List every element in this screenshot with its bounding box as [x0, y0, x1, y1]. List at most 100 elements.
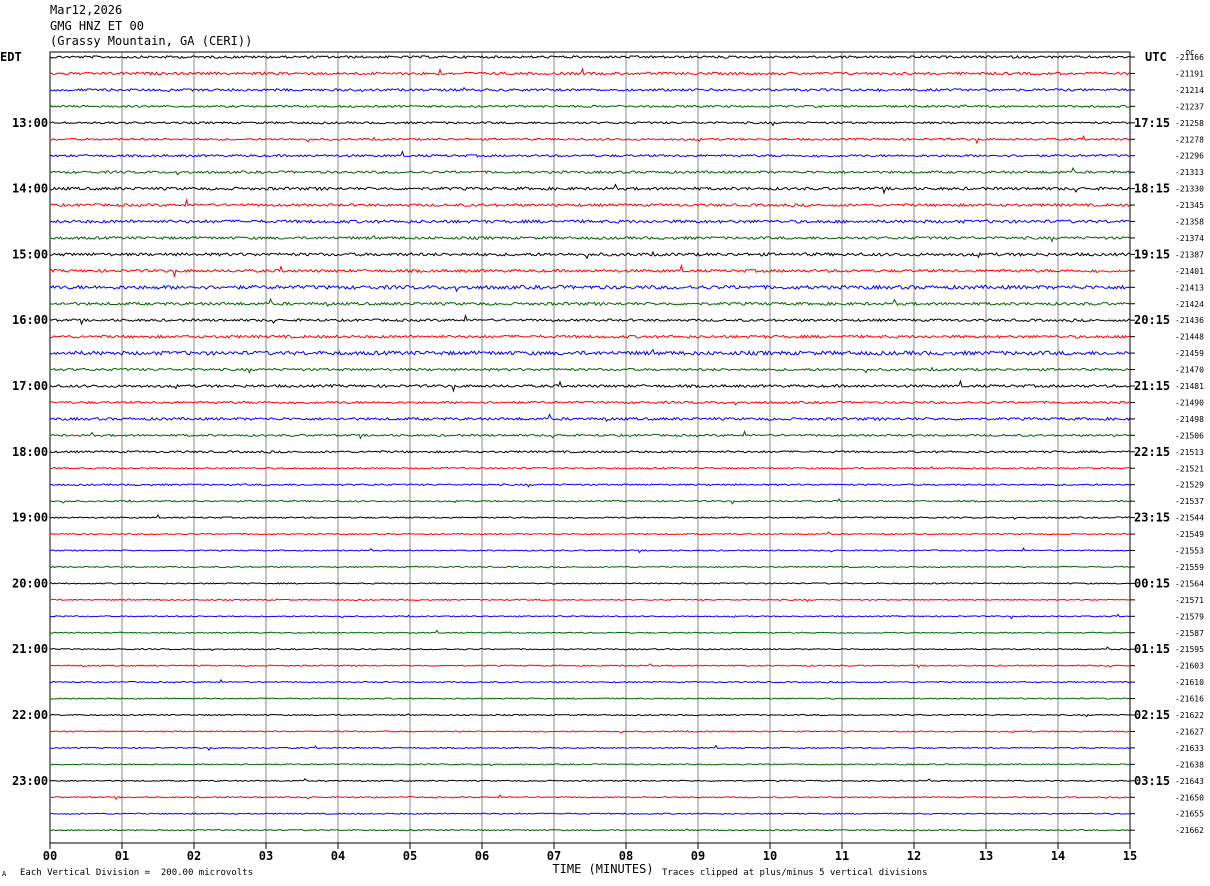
scale-note: Each Vertical Division = 200.00 microvol…	[20, 868, 253, 878]
right-hour-label: 03:15	[1134, 774, 1170, 788]
right-hour-label: 21:15	[1134, 379, 1170, 393]
seismic-trace	[49, 430, 1131, 440]
x-tick-label: 11	[835, 849, 849, 863]
left-hour-label: 19:00	[12, 511, 48, 525]
dc-offset-label: -21191	[1175, 69, 1204, 78]
dc-offset-label: -21278	[1175, 135, 1204, 144]
x-tick-label: 00	[43, 849, 57, 863]
seismic-trace	[49, 379, 1131, 393]
seismic-trace	[49, 86, 1131, 93]
x-tick-label: 04	[331, 849, 345, 863]
seismic-trace	[49, 450, 1131, 454]
seismic-trace	[49, 263, 1131, 279]
dc-offset-label: -21481	[1175, 382, 1204, 391]
dc-offset-label: -21638	[1175, 760, 1204, 769]
seismic-trace	[49, 483, 1131, 488]
seismic-trace	[49, 565, 1131, 569]
left-hour-label: 22:00	[12, 708, 48, 722]
dc-offset-label: -21424	[1175, 300, 1204, 309]
dc-offset-label: -21616	[1175, 695, 1204, 704]
x-axis-label: TIME (MINUTES)	[552, 862, 653, 876]
dc-offset-label: -21650	[1175, 793, 1204, 802]
x-tick-label: 10	[763, 849, 777, 863]
x-tick-label: 12	[907, 849, 921, 863]
dc-offset-label: -21413	[1175, 283, 1204, 292]
dc-offset-label: -21595	[1175, 645, 1204, 654]
x-tick-label: 09	[691, 849, 705, 863]
seismic-trace	[49, 729, 1131, 734]
dc-offset-label: -21603	[1175, 662, 1204, 671]
dc-offset-label: -21529	[1175, 481, 1204, 490]
dc-offset-label: -21549	[1175, 530, 1204, 539]
seismic-trace	[49, 646, 1131, 652]
left-hour-label: 15:00	[12, 247, 48, 261]
seismic-trace	[49, 629, 1131, 635]
seismic-trace	[49, 547, 1131, 554]
seismic-trace	[49, 334, 1131, 340]
seismic-trace	[49, 713, 1131, 718]
seismic-trace	[49, 613, 1131, 620]
dc-offset-label: -21387	[1175, 250, 1204, 259]
dc-offset-label: -21662	[1175, 826, 1204, 835]
dc-offset-label: -21633	[1175, 744, 1204, 753]
left-hour-label: 20:00	[12, 576, 48, 590]
seismic-trace	[49, 348, 1131, 356]
right-hour-label: 22:15	[1134, 445, 1170, 459]
right-hour-label: 02:15	[1134, 708, 1170, 722]
seismic-trace	[49, 793, 1131, 800]
dc-offset-label: -21330	[1175, 185, 1204, 194]
dc-offset-label: -21166	[1175, 53, 1204, 62]
dc-offset-label: -21622	[1175, 711, 1204, 720]
seismic-trace	[49, 297, 1131, 308]
right-hour-label: 17:15	[1134, 116, 1170, 130]
seismic-trace	[49, 413, 1131, 422]
right-hour-label: 00:15	[1134, 576, 1170, 590]
dc-offset-label: -21214	[1175, 86, 1204, 95]
dc-offset-label: -21237	[1175, 102, 1204, 111]
seismic-trace	[49, 697, 1131, 700]
seismic-trace	[49, 466, 1131, 470]
left-hour-label: 23:00	[12, 774, 48, 788]
right-hour-label: 19:15	[1134, 247, 1170, 261]
left-hour-label: 14:00	[12, 182, 48, 196]
dc-offset-label: -21610	[1175, 678, 1204, 687]
seismic-trace	[49, 366, 1131, 374]
left-hour-label: 16:00	[12, 313, 48, 327]
seismic-trace	[49, 400, 1131, 406]
dc-offset-label: -21490	[1175, 398, 1204, 407]
dc-offset-label: -21544	[1175, 514, 1204, 523]
dc-offset-label: -21587	[1175, 629, 1204, 638]
dc-offset-label: -21374	[1175, 234, 1204, 243]
plot-frame	[49, 51, 1131, 844]
x-tick-label: 08	[619, 849, 633, 863]
left-hour-label: 17:00	[12, 379, 48, 393]
clip-note: Traces clipped at plus/minus 5 vertical …	[662, 868, 928, 878]
seismic-trace	[49, 166, 1131, 176]
seismic-trace	[49, 763, 1131, 767]
seismic-trace	[49, 183, 1131, 195]
dc-offset-label: -21358	[1175, 218, 1204, 227]
right-hour-label: 20:15	[1134, 313, 1170, 327]
seismic-trace	[49, 678, 1131, 684]
seismic-trace	[49, 234, 1131, 243]
x-tick-label: 07	[547, 849, 561, 863]
dc-offset-label: -21571	[1175, 596, 1204, 605]
dc-offset-label: -21296	[1175, 152, 1204, 161]
right-hour-label: 18:15	[1134, 182, 1170, 196]
dc-offset-label: -21553	[1175, 547, 1204, 556]
seismogram-chart: -21166 -21191 -21214 -21237 -21258 -21278 -212…	[12, 51, 1204, 876]
dc-offset-label: -21459	[1175, 349, 1204, 358]
dc-offset-label: -21498	[1175, 415, 1204, 424]
seismic-trace	[49, 828, 1131, 832]
seismic-trace	[49, 250, 1131, 260]
x-tick-label: 06	[475, 849, 489, 863]
seismic-trace	[49, 198, 1131, 208]
seismic-trace	[49, 531, 1131, 536]
seismic-trace	[49, 104, 1131, 109]
seismic-trace	[49, 134, 1131, 145]
dc-offset-label: -21345	[1175, 201, 1204, 210]
dc-offset-label: -21537	[1175, 497, 1204, 506]
x-tick-label: 15	[1123, 849, 1137, 863]
x-tick-label: 02	[187, 849, 201, 863]
dc-offset-label: -21655	[1175, 810, 1204, 819]
